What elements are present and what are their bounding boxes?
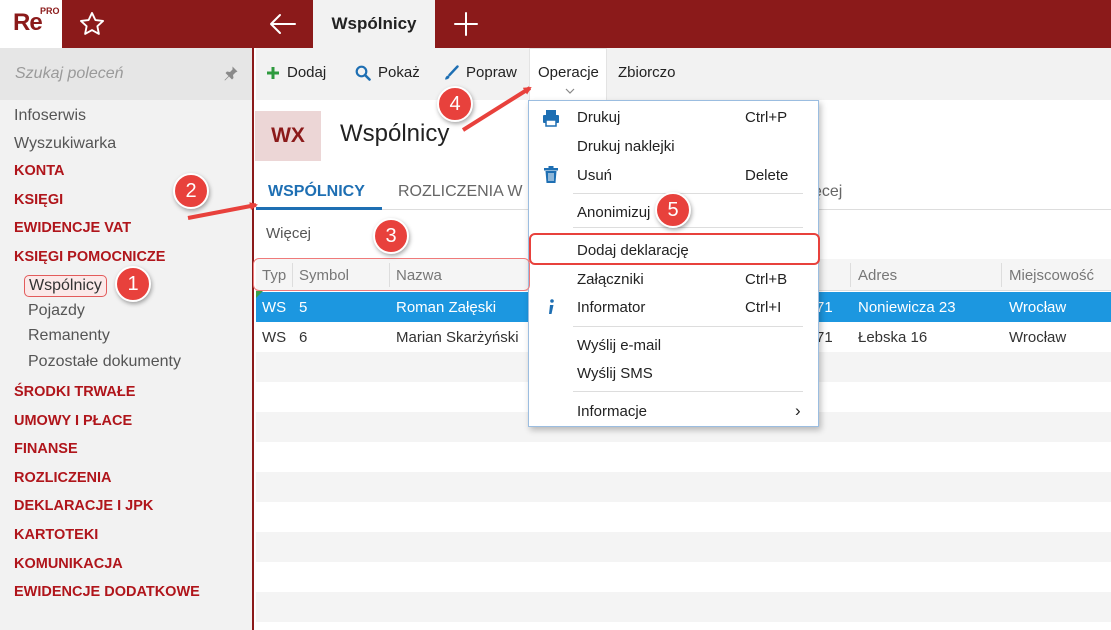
cell-symbol: 6 <box>299 329 308 346</box>
search-placeholder: Szukaj poleceń <box>15 65 124 82</box>
sidebar-item[interactable]: KSIĘGI POMOCNICZE <box>14 249 165 265</box>
tab-rozliczenia[interactable]: ROZLICZENIA W <box>398 183 522 201</box>
empty-row <box>256 532 1111 562</box>
title-bar: Re PRO Wspólnicy <box>0 0 1111 48</box>
chevron-right-icon: › <box>795 401 801 420</box>
cell-nazwa: Marian Skarżyński <box>396 329 519 346</box>
menu-item-informator[interactable]: Informator <box>577 299 645 316</box>
edit-label: Popraw <box>466 64 517 81</box>
app-logo[interactable]: Re PRO <box>0 0 62 48</box>
sidebar-item[interactable]: Pojazdy <box>28 302 85 320</box>
sidebar-item[interactable]: Wspólnicy <box>24 275 107 297</box>
shortcut-drukuj: Ctrl+P <box>745 109 788 126</box>
empty-row <box>256 592 1111 622</box>
menu-separator <box>573 193 803 194</box>
edit-button[interactable]: Popraw <box>443 64 517 81</box>
command-search-input[interactable]: Szukaj poleceń <box>0 48 252 100</box>
printer-icon <box>543 110 559 127</box>
annotation-badge-3: 3 <box>373 218 409 254</box>
toolbar: Dodaj Pokaż Popraw Operacje Zbiorczo <box>256 48 1111 100</box>
sidebar-item[interactable]: KARTOTEKI <box>14 527 98 543</box>
new-tab-plus-icon[interactable] <box>452 10 480 38</box>
column-header-adres[interactable]: Adres <box>858 267 897 284</box>
operations-label: Operacje <box>538 64 599 81</box>
sidebar: Szukaj poleceń Infoserwis Wyszukiwarka KON… <box>0 48 254 630</box>
summary-label: Zbiorczo <box>618 64 676 81</box>
sidebar-item[interactable]: ŚRODKI TRWAŁE <box>14 384 135 400</box>
cell-typ: WS <box>262 329 287 346</box>
active-tab-underline <box>256 207 382 210</box>
cell-adres: Łebska 16 <box>858 329 928 346</box>
annotation-badge-4: 4 <box>437 86 473 122</box>
add-button[interactable]: Dodaj <box>266 64 326 81</box>
cell-miejscowosc: Wrocław <box>1009 329 1067 346</box>
row-marker <box>256 291 263 298</box>
sidebar-item[interactable]: ROZLICZENIA <box>14 470 111 486</box>
highlight-dodaj-deklaracje <box>529 233 820 265</box>
shortcut-zalaczniki: Ctrl+B <box>745 271 788 288</box>
menu-item-wyslij-email[interactable]: Wyślij e-mail <box>577 337 661 354</box>
show-button[interactable]: Pokaż <box>355 64 420 81</box>
chevron-down-icon <box>565 88 575 94</box>
column-separator[interactable] <box>850 263 851 287</box>
sidebar-item[interactable]: Pozostałe dokumenty <box>28 353 181 371</box>
star-icon[interactable] <box>78 10 106 38</box>
menu-separator <box>573 227 803 228</box>
shortcut-informator: Ctrl+I <box>745 299 782 316</box>
sidebar-item[interactable]: FINANSE <box>14 441 78 457</box>
plus-icon <box>267 66 279 79</box>
shortcut-usun: Delete <box>745 167 789 184</box>
add-label: Dodaj <box>287 64 327 81</box>
cell-symbol: 5 <box>299 299 308 316</box>
logo-badge: PRO <box>40 6 60 16</box>
cell-miejscowosc: Wrocław <box>1009 299 1067 316</box>
sidebar-item[interactable]: KOMUNIKACJA <box>14 556 123 572</box>
operations-button[interactable]: Operacje <box>538 64 599 81</box>
info-icon <box>549 299 554 314</box>
pin-icon[interactable] <box>223 65 239 81</box>
logo-text: Re <box>13 9 43 36</box>
more-filters-link[interactable]: Więcej <box>266 225 311 242</box>
sidebar-item[interactable]: KSIĘGI <box>14 192 63 208</box>
annotation-badge-2: 2 <box>173 173 209 209</box>
annotation-badge-5: 5 <box>655 192 691 228</box>
summary-button[interactable]: Zbiorczo <box>618 64 676 81</box>
cell-nazwa: Roman Załęski <box>396 299 497 316</box>
sidebar-item[interactable]: Remanenty <box>28 327 110 345</box>
menu-separator <box>573 326 803 327</box>
annotation-badge-1: 1 <box>115 266 151 302</box>
page-title: Wspólnicy <box>340 120 450 147</box>
tab-wspolnicy-list[interactable]: WSPÓLNICY <box>268 183 365 201</box>
cell-adres: Noniewicza 23 <box>858 299 956 316</box>
menu-separator <box>573 391 803 392</box>
back-arrow-icon[interactable] <box>268 12 298 36</box>
menu-item-zalaczniki[interactable]: Załączniki <box>577 271 644 288</box>
empty-row <box>256 472 1111 502</box>
menu-item-drukuj-naklejki[interactable]: Drukuj naklejki <box>577 138 675 155</box>
show-label: Pokaż <box>378 64 420 81</box>
trash-icon <box>544 166 558 183</box>
sidebar-item[interactable]: DEKLARACJE I JPK <box>14 498 153 514</box>
column-header-miejscowosc[interactable]: Miejscowość <box>1009 267 1094 284</box>
menu-item-drukuj[interactable]: Drukuj <box>577 109 620 126</box>
column-separator[interactable] <box>1001 263 1002 287</box>
search-icon <box>355 65 371 81</box>
sidebar-item[interactable]: EWIDENCJE DODATKOWE <box>14 584 200 600</box>
sidebar-item[interactable]: UMOWY I PŁACE <box>14 413 132 429</box>
sidebar-item[interactable]: Wyszukiwarka <box>14 135 116 153</box>
module-badge: WX <box>255 111 321 161</box>
menu-item-wyslij-sms[interactable]: Wyślij SMS <box>577 365 653 382</box>
highlight-column-headers <box>253 258 530 291</box>
sidebar-item[interactable]: EWIDENCJE VAT <box>14 220 131 236</box>
sidebar-item[interactable]: KONTA <box>14 163 64 179</box>
menu-item-usun[interactable]: Usuń <box>577 167 612 184</box>
cell-typ: WS <box>262 299 287 316</box>
menu-item-anonimizuj[interactable]: Anonimizuj <box>577 204 650 221</box>
brush-icon <box>445 64 459 79</box>
tab-wspolnicy[interactable]: Wspólnicy <box>313 0 435 48</box>
menu-item-informacje[interactable]: Informacje <box>577 403 647 420</box>
sidebar-item[interactable]: Infoserwis <box>14 107 86 125</box>
